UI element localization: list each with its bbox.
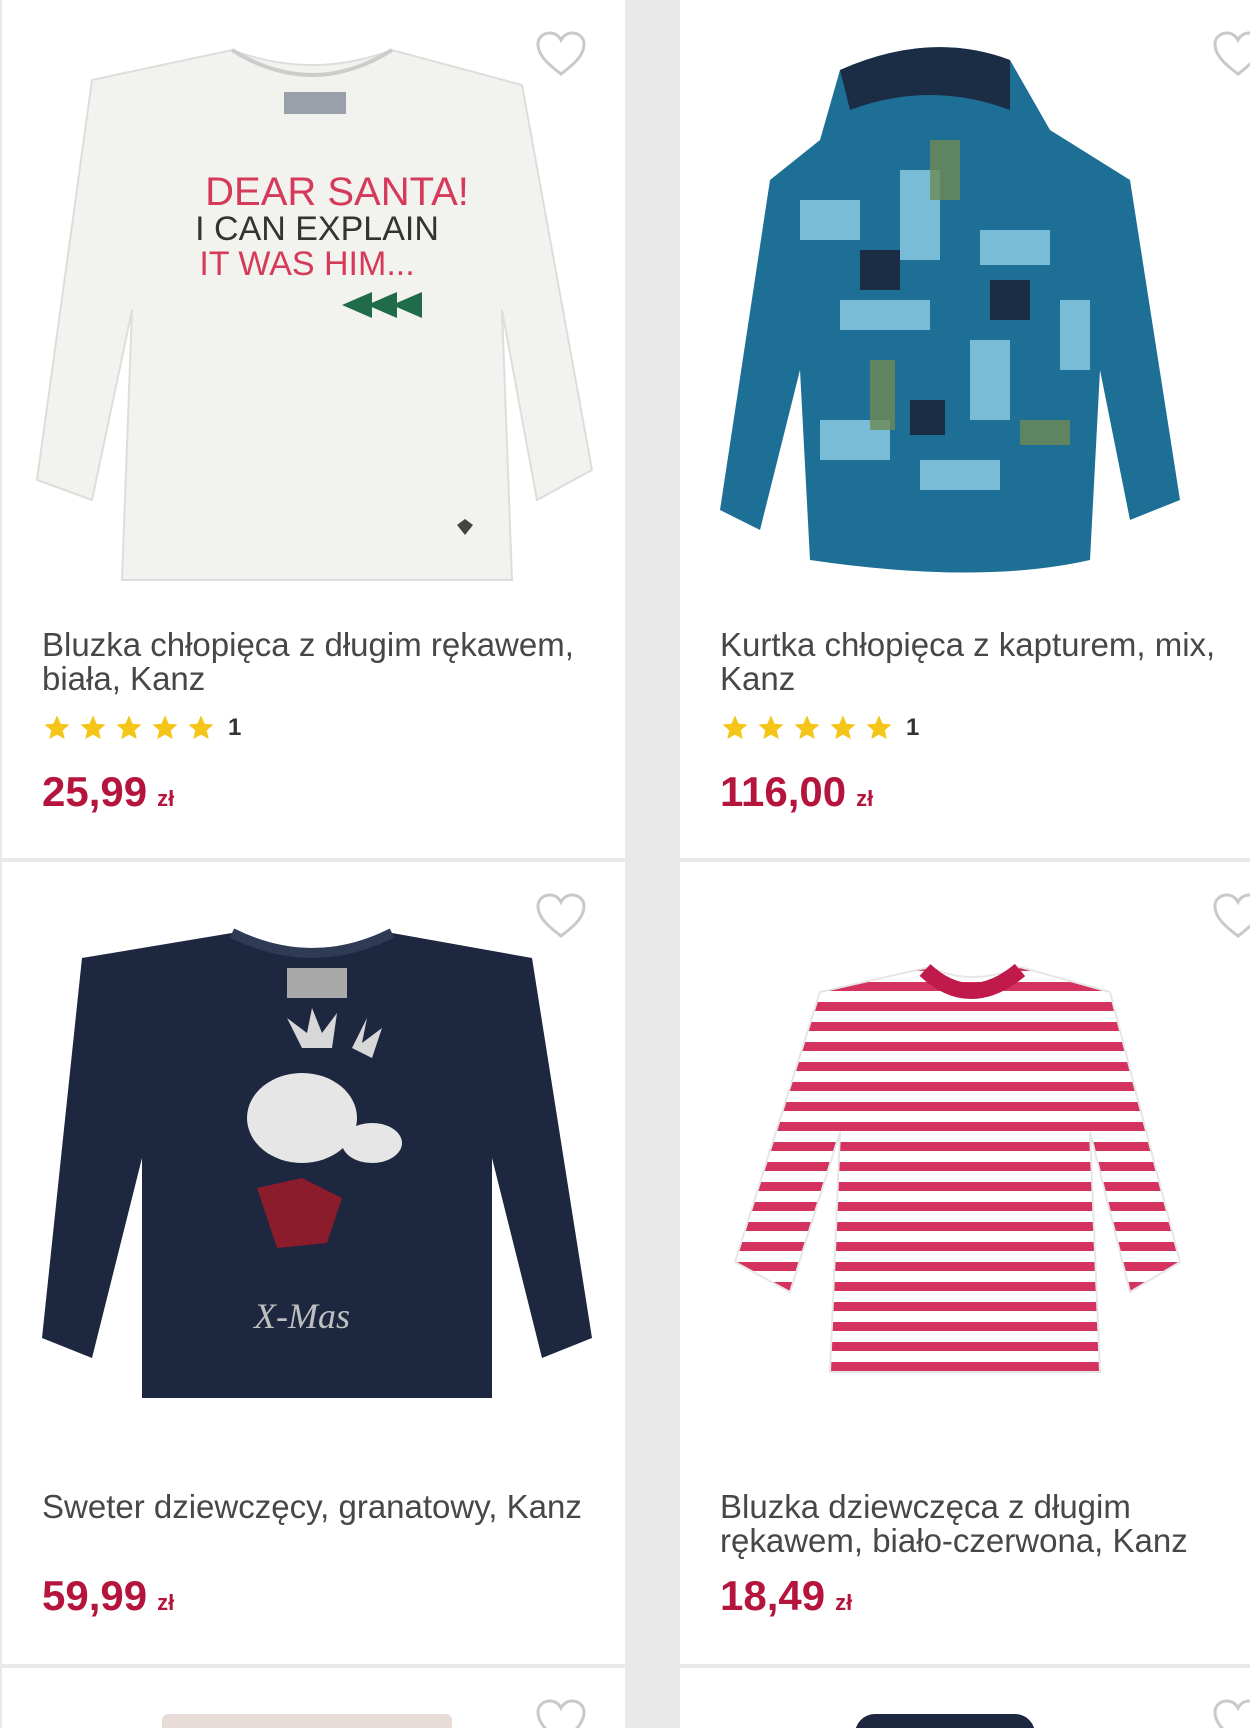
- rating: 1: [720, 710, 919, 746]
- product-price: 18,49 zł: [720, 1572, 852, 1620]
- product-image[interactable]: [162, 1714, 452, 1728]
- star-icon: [720, 713, 750, 743]
- product-card[interactable]: Bluzka dziewczęca z długim rękawem, biał…: [680, 862, 1250, 1664]
- product-price: 25,99 zł: [42, 768, 174, 816]
- product-card[interactable]: [2, 1668, 625, 1728]
- product-price: 59,99 zł: [42, 1572, 174, 1620]
- product-image[interactable]: DEAR SANTA! I CAN EXPLAIN IT WAS HIM...: [2, 40, 625, 600]
- star-icon: [186, 713, 216, 743]
- price-currency: zł: [835, 1590, 853, 1615]
- price-currency: zł: [157, 786, 175, 811]
- product-image[interactable]: [855, 1714, 1035, 1728]
- product-card[interactable]: DEAR SANTA! I CAN EXPLAIN IT WAS HIM... …: [2, 0, 625, 858]
- star-icon: [756, 713, 786, 743]
- star-icon: [150, 713, 180, 743]
- heart-icon[interactable]: [1212, 1698, 1250, 1728]
- product-image[interactable]: [680, 962, 1250, 1392]
- price-currency: zł: [856, 786, 874, 811]
- star-icon: [78, 713, 108, 743]
- print-line-2: I CAN EXPLAIN: [195, 210, 439, 248]
- price-amount: 18,49: [720, 1572, 826, 1619]
- star-icon: [828, 713, 858, 743]
- print-line-3: IT WAS HIM...: [199, 245, 414, 283]
- product-title[interactable]: Bluzka dziewczęca z długim rękawem, biał…: [720, 1490, 1240, 1558]
- heart-icon[interactable]: [1212, 892, 1250, 940]
- sweater-print-text: X-Mas: [252, 1296, 350, 1336]
- star-icon: [864, 713, 894, 743]
- price-amount: 25,99: [42, 768, 148, 815]
- star-icon: [42, 713, 72, 743]
- star-icon: [114, 713, 144, 743]
- product-card[interactable]: Kurtka chłopięca z kapturem, mix, Kanz 1…: [680, 0, 1250, 858]
- rating-count: 1: [906, 714, 920, 741]
- heart-icon[interactable]: [535, 1698, 587, 1728]
- rating: 1: [42, 710, 241, 746]
- print-line-1: DEAR SANTA!: [205, 170, 469, 214]
- product-card[interactable]: X-Mas Sweter dziewczęcy, granatowy, Kanz…: [2, 862, 625, 1664]
- product-image[interactable]: [680, 40, 1250, 600]
- product-image[interactable]: X-Mas: [2, 928, 625, 1408]
- star-icon: [792, 713, 822, 743]
- price-amount: 59,99: [42, 1572, 148, 1619]
- price-currency: zł: [157, 1590, 175, 1615]
- product-title[interactable]: Kurtka chłopięca z kapturem, mix, Kanz: [720, 628, 1240, 696]
- rating-count: 1: [228, 714, 242, 741]
- product-price: 116,00 zł: [720, 768, 873, 816]
- product-card[interactable]: [680, 1668, 1250, 1728]
- product-title[interactable]: Sweter dziewczęcy, granatowy, Kanz: [42, 1490, 585, 1524]
- price-amount: 116,00: [720, 768, 847, 815]
- product-title[interactable]: Bluzka chłopięca z długim rękawem, biała…: [42, 628, 585, 696]
